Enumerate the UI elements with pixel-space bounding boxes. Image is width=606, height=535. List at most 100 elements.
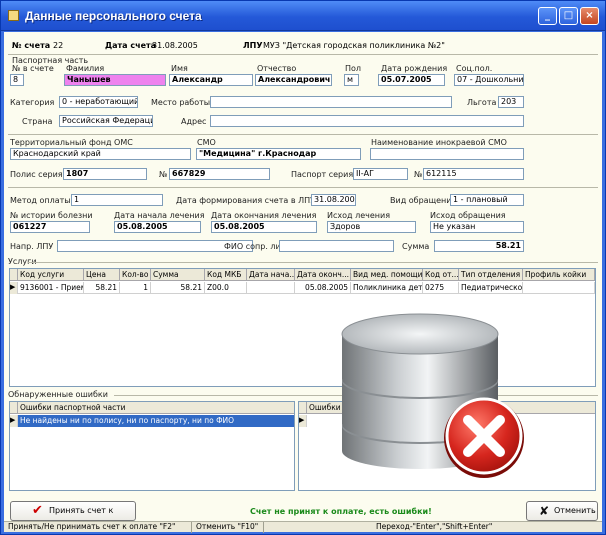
close-button[interactable]: × [580, 7, 599, 25]
appeal-outcome-field[interactable]: Не указан [430, 221, 524, 233]
errors-section-label: Обнаруженные ошибки [8, 390, 108, 399]
social-label: Соц.пол. [456, 64, 493, 73]
cell[interactable]: Z00.0 [205, 282, 247, 294]
cell[interactable]: 1 [120, 282, 151, 294]
start-label: Дата начала лечения [114, 211, 205, 220]
formed-field[interactable]: 31.08.2005 [311, 194, 356, 206]
minimize-button[interactable]: _ [538, 7, 557, 25]
cell[interactable] [247, 282, 295, 294]
policy-no-field[interactable]: 667829 [169, 168, 270, 180]
col-header[interactable]: Ошибки паспортной части [18, 402, 294, 414]
lpu-label: ЛПУ [243, 41, 263, 50]
outcome-field[interactable]: Здоров [327, 221, 416, 233]
cancel-button[interactable]: ✘ Отменить [526, 501, 598, 521]
divider [28, 262, 598, 263]
address-field[interactable] [210, 115, 524, 127]
companion-field[interactable] [279, 240, 394, 252]
lpu-value: МУЗ "Детская городская поликлиника №2" [263, 41, 445, 50]
name-label: Имя [171, 64, 188, 73]
status-hint: Принять/Не принимать счет к оплате "F2" [4, 522, 192, 533]
appeal-type-label: Вид обращения [390, 196, 457, 205]
cross-icon: ✘ [539, 504, 550, 518]
birthdate-label: Дата рождения [381, 64, 448, 73]
surname-label: Фамилия [66, 64, 105, 73]
history-field[interactable]: 061227 [10, 221, 90, 233]
sum-label: Сумма [402, 242, 430, 251]
smo-label: СМО [197, 138, 216, 147]
sum-field[interactable]: 58.21 [434, 240, 524, 252]
surname-field[interactable]: Чанышев [64, 74, 166, 86]
workplace-field[interactable] [210, 96, 452, 108]
referral-label: Напр. ЛПУ [10, 242, 54, 251]
table-row[interactable]: ▶ Не найдены ни по полису, ни по паспорт… [10, 415, 294, 427]
tfoms-field[interactable]: Краснодарский край [10, 148, 191, 160]
benefit-label: Льгота [467, 98, 497, 107]
name-field[interactable]: Александр [169, 74, 253, 86]
tfoms-label: Территориальный фонд ОМС [10, 138, 133, 147]
form-body: № счета 22 Дата счета 31.08.2005 ЛПУ МУЗ… [4, 32, 602, 533]
row-pointer-icon: ▶ [10, 282, 18, 294]
row-indicator-header [10, 269, 18, 281]
row-pointer-icon: ▶ [299, 415, 307, 427]
in-account-field[interactable]: 8 [10, 74, 24, 86]
error-x-icon [444, 397, 524, 478]
start-date-field[interactable]: 05.08.2005 [114, 221, 201, 233]
cell[interactable]: 58.21 [84, 282, 120, 294]
status-message: Счет не принят к оплате, есть ошибки! [250, 507, 432, 516]
country-field[interactable]: Российская Федерации [59, 115, 153, 127]
window-title: Данные персонального счета [25, 9, 202, 23]
history-label: № истории болезни [10, 211, 93, 220]
minimize-icon: _ [545, 10, 550, 21]
end-label: Дата окончания лечения [211, 211, 317, 220]
accept-button[interactable]: ✔ Принять счет к оплате [10, 501, 136, 533]
outcome-label: Исход лечения [327, 211, 391, 220]
passport-no-label: № [414, 170, 423, 179]
cell[interactable]: 58.21 [151, 282, 205, 294]
maximize-icon: □ [563, 10, 574, 21]
col-header[interactable]: Дата нача... [247, 269, 295, 281]
col-header[interactable]: Сумма [151, 269, 205, 281]
error-cell[interactable]: Не найдены ни по полису, ни по паспорту,… [18, 415, 294, 427]
title-bar[interactable]: Данные персонального счета _ □ × [1, 1, 605, 31]
address-label: Адрес [181, 117, 207, 126]
col-header[interactable]: Цена [84, 269, 120, 281]
policy-no-label: № [159, 170, 168, 179]
passport-errors-table[interactable]: Ошибки паспортной части ▶ Не найдены ни … [9, 401, 295, 491]
account-date: 31.08.2005 [152, 41, 198, 50]
foreign-smo-label: Наименование инокраевой СМО [371, 138, 507, 147]
divider [8, 54, 598, 55]
method-label: Метод оплаты [10, 196, 71, 205]
col-header[interactable]: Код услуги [18, 269, 84, 281]
passport-no-field[interactable]: 612115 [423, 168, 524, 180]
end-date-field[interactable]: 05.08.2005 [211, 221, 317, 233]
maximize-button[interactable]: □ [559, 7, 578, 25]
sex-field[interactable]: м [344, 74, 359, 86]
smo-field[interactable]: "Медицина" г.Краснодар [196, 148, 361, 160]
cell[interactable]: 9136001 - Прием [18, 282, 84, 294]
appeal-type-field[interactable]: 1 - плановый [450, 194, 524, 206]
passport-series-field[interactable]: II-АГ [353, 168, 408, 180]
country-label: Страна [22, 117, 53, 126]
status-hint: Отменить "F10" [192, 522, 264, 533]
account-no-label: № счета [12, 41, 51, 50]
benefit-field[interactable]: 203 [498, 96, 524, 108]
close-icon: × [585, 10, 594, 21]
patronymic-field[interactable]: Александрович [255, 74, 332, 86]
social-field[interactable]: 07 - Дошкольник [454, 74, 524, 86]
in-account-label: № в счете [12, 64, 54, 73]
method-field[interactable]: 1 [71, 194, 163, 206]
foreign-smo-field[interactable] [370, 148, 524, 160]
policy-series-field[interactable]: 1807 [63, 168, 147, 180]
row-pointer-icon: ▶ [10, 415, 18, 427]
passport-errors-header: Ошибки паспортной части [10, 402, 294, 414]
checkmark-icon: ✔ [32, 503, 43, 518]
account-window: Данные персонального счета _ □ × № счета… [0, 0, 606, 535]
divider [8, 187, 598, 188]
birthdate-field[interactable]: 05.07.2005 [378, 74, 445, 86]
divider [8, 134, 598, 135]
col-header[interactable]: Код МКБ [205, 269, 247, 281]
cancel-button-label: Отменить [554, 506, 596, 515]
passport-series-label: Паспорт серия [291, 170, 354, 179]
category-field[interactable]: 0 - неработающий [59, 96, 138, 108]
col-header[interactable]: Кол-во [120, 269, 151, 281]
